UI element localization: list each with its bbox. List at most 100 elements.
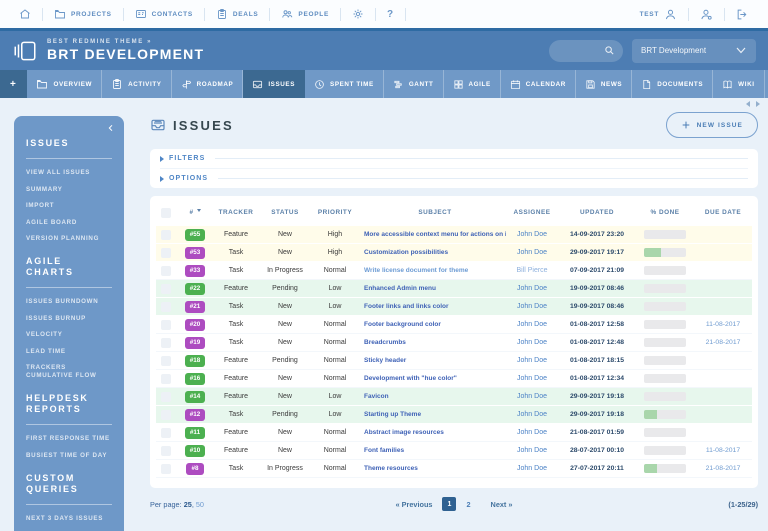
column-header-updated[interactable]: UPDATED: [558, 209, 636, 216]
row-checkbox[interactable]: [161, 427, 171, 438]
issue-id-badge[interactable]: #11: [184, 426, 206, 439]
nav-item-contacts[interactable]: CONTACTS: [124, 0, 204, 28]
issue-id-badge[interactable]: #12: [184, 408, 206, 421]
filters-toggle[interactable]: FILTERS: [160, 149, 748, 168]
subject-link[interactable]: Footer background color: [364, 321, 441, 328]
subject-link[interactable]: Font families: [364, 447, 404, 454]
row-checkbox[interactable]: [161, 445, 171, 456]
assignee-link[interactable]: John Doe: [517, 231, 547, 238]
subject-link[interactable]: Customization possibilities: [364, 249, 448, 256]
sidebar-item-view-all-issues[interactable]: VIEW ALL ISSUES: [26, 169, 112, 177]
column-header-status[interactable]: STATUS: [258, 209, 312, 216]
row-checkbox[interactable]: [161, 391, 171, 402]
column-header-assignee[interactable]: ASSIGNEE: [506, 209, 558, 216]
assignee-link[interactable]: John Doe: [517, 339, 547, 346]
row-checkbox[interactable]: [161, 409, 171, 420]
assignee-link[interactable]: John Doe: [517, 465, 547, 472]
sidebar-item-issues-burnup[interactable]: ISSUES BURNUP: [26, 315, 112, 323]
add-tab-button[interactable]: +: [0, 70, 28, 98]
subject-link[interactable]: Favicon: [364, 393, 389, 400]
sidebar-item-next-3-days-issues[interactable]: NEXT 3 DAYS ISSUES: [26, 515, 112, 523]
tab-calendar[interactable]: CALENDAR: [501, 70, 576, 98]
row-checkbox[interactable]: [161, 265, 171, 276]
tab-scroll-left-icon[interactable]: [746, 101, 750, 107]
project-jump-select[interactable]: BRT Development: [632, 38, 756, 63]
logout-button[interactable]: [725, 0, 760, 28]
issue-id-badge[interactable]: #22: [184, 282, 206, 295]
assignee-link[interactable]: John Doe: [517, 393, 547, 400]
subject-link[interactable]: Footer links and links color: [364, 303, 449, 310]
tab-scroll-right-icon[interactable]: [756, 101, 760, 107]
assignee-link[interactable]: John Doe: [517, 429, 547, 436]
sidebar-collapse-icon[interactable]: [107, 124, 115, 132]
tab-files[interactable]: FILES: [765, 70, 768, 98]
nav-item-projects[interactable]: PROJECTS: [43, 0, 123, 28]
new-issue-button[interactable]: NEW ISSUE: [665, 112, 758, 138]
sidebar-item-busiest-time-of-day[interactable]: BUSIEST TIME OF DAY: [26, 452, 112, 460]
issue-id-badge[interactable]: #16: [184, 372, 206, 385]
tab-news[interactable]: NEWS: [576, 70, 633, 98]
column-header-priority[interactable]: PRIORITY: [312, 209, 358, 216]
nav-item--[interactable]: ?: [376, 0, 405, 28]
column-header-id[interactable]: #: [176, 209, 214, 216]
sidebar-item-lead-time[interactable]: LEAD TIME: [26, 348, 112, 356]
sidebar-item-issues-burndown[interactable]: ISSUES BURNDOWN: [26, 298, 112, 306]
row-checkbox[interactable]: [161, 283, 171, 294]
options-toggle[interactable]: OPTIONS: [160, 169, 748, 188]
subject-link[interactable]: Development with "hue color": [364, 375, 457, 382]
assignee-link[interactable]: Bill Pierce: [516, 267, 547, 274]
next-page-link[interactable]: Next »: [491, 500, 513, 509]
issue-id-badge[interactable]: #14: [184, 390, 206, 403]
assignee-link[interactable]: John Doe: [517, 321, 547, 328]
row-checkbox[interactable]: [161, 319, 171, 330]
subject-link[interactable]: Starting up Theme: [364, 411, 421, 418]
tab-overview[interactable]: OVERVIEW: [27, 70, 103, 98]
issue-id-badge[interactable]: #10: [184, 444, 206, 457]
per-page-active[interactable]: 25: [184, 500, 192, 509]
account-settings-button[interactable]: [689, 0, 724, 28]
tab-wiki[interactable]: WIKI: [713, 70, 765, 98]
page-2-button[interactable]: 2: [466, 500, 470, 509]
subject-link[interactable]: Theme resources: [364, 465, 418, 472]
sidebar-item-trackers-cumulative-flow[interactable]: TRACKERS CUMULATIVE FLOW: [26, 364, 112, 380]
nav-item-people[interactable]: PEOPLE: [270, 0, 340, 28]
assignee-link[interactable]: John Doe: [517, 303, 547, 310]
issue-id-badge[interactable]: #33: [184, 264, 206, 277]
sidebar-item-first-response-time[interactable]: FIRST RESPONSE TIME: [26, 435, 112, 443]
row-checkbox[interactable]: [161, 301, 171, 312]
row-checkbox[interactable]: [161, 229, 171, 240]
subject-link[interactable]: Sticky header: [364, 357, 406, 364]
row-checkbox[interactable]: [161, 247, 171, 258]
assignee-link[interactable]: John Doe: [517, 285, 547, 292]
current-user-button[interactable]: TEST: [629, 0, 688, 28]
tab-spent-time[interactable]: SPENT TIME: [305, 70, 384, 98]
nav-item-home[interactable]: [8, 0, 42, 28]
row-checkbox[interactable]: [161, 355, 171, 366]
row-checkbox[interactable]: [161, 373, 171, 384]
subject-link[interactable]: Breadcrumbs: [364, 339, 406, 346]
tab-documents[interactable]: DOCUMENTS: [632, 70, 714, 98]
issue-id-badge[interactable]: #19: [184, 336, 206, 349]
sidebar-item-agile-board[interactable]: AGILE BOARD: [26, 219, 112, 227]
sidebar-item-version-planning[interactable]: VERSION PLANNING: [26, 235, 112, 243]
page-1-button[interactable]: 1: [442, 497, 457, 511]
row-checkbox[interactable]: [161, 463, 171, 474]
subject-link[interactable]: Write license document for theme: [364, 267, 468, 274]
assignee-link[interactable]: John Doe: [517, 357, 547, 364]
column-header-subject[interactable]: SUBJECT: [358, 209, 506, 216]
tab-activity[interactable]: ACTIVITY: [102, 70, 172, 98]
tab-gantt[interactable]: GANTT: [384, 70, 444, 98]
column-header-tracker[interactable]: TRACKER: [214, 209, 258, 216]
assignee-link[interactable]: John Doe: [517, 375, 547, 382]
nav-item-deals[interactable]: DEALS: [205, 0, 270, 28]
subject-link[interactable]: Enhanced Admin menu: [364, 285, 436, 292]
assignee-link[interactable]: John Doe: [517, 447, 547, 454]
issue-id-badge[interactable]: #21: [184, 300, 206, 313]
search-input[interactable]: [549, 39, 623, 62]
assignee-link[interactable]: John Doe: [517, 249, 547, 256]
breadcrumb[interactable]: BEST REDMINE THEME »: [47, 39, 204, 45]
row-checkbox[interactable]: [161, 337, 171, 348]
issue-id-badge[interactable]: #55: [184, 228, 206, 241]
tab-agile[interactable]: AGILE: [444, 70, 501, 98]
tab-roadmap[interactable]: ROADMAP: [172, 70, 244, 98]
